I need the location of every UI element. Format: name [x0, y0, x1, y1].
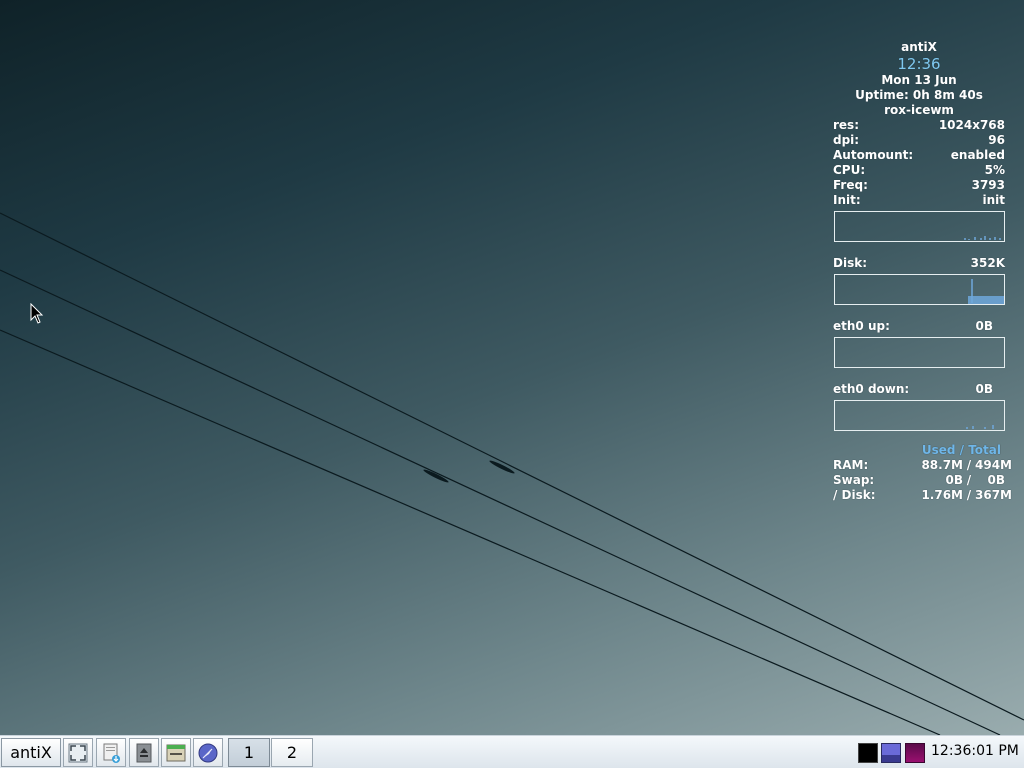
res-label: res:: [833, 118, 859, 132]
memory-monitor-icon[interactable]: [905, 743, 925, 763]
swap-row: Swap: 0B / 0B: [833, 473, 1005, 488]
dpi-label: dpi:: [833, 133, 860, 147]
taskbar: antiX 1 2 12:36:01 PM: [0, 735, 1024, 768]
eth0-down-label: eth0 down:: [833, 382, 910, 396]
taskbar-clock[interactable]: 12:36:01 PM: [931, 743, 1019, 759]
ram-row: RAM: 88.7M / 494M: [833, 458, 1012, 473]
disk-value: 352K: [970, 256, 1005, 270]
workspace-1-button[interactable]: 1: [228, 738, 270, 767]
conky-system-monitor: antiX 12:36 Mon 13 Jun Uptime: 0h 8m 40s…: [833, 40, 1012, 503]
init-row: Init: init: [833, 193, 1005, 208]
disk-graph: [834, 274, 1005, 305]
window-list-button[interactable]: [161, 738, 191, 767]
freq-row: Freq: 3793: [833, 178, 1005, 193]
cpu-value: 5%: [984, 163, 1005, 177]
file-manager-icon: [103, 743, 120, 763]
automount-label: Automount:: [833, 148, 914, 162]
eth0-up-graph: [834, 337, 1005, 368]
res-row: res: 1024x768: [833, 118, 1005, 133]
dpi-row: dpi: 96: [833, 133, 1005, 148]
ram-label: RAM:: [833, 458, 869, 472]
network-monitor-icon[interactable]: [881, 743, 901, 763]
conky-date: Mon 13 Jun: [881, 73, 957, 87]
eth0-down-value: 0B: [975, 382, 994, 396]
mouse-pointer-icon: [30, 303, 44, 324]
res-value: 1024x768: [938, 118, 1005, 132]
root-disk-label: / Disk:: [833, 488, 876, 502]
conky-time: 12:36: [897, 55, 941, 73]
freq-label: Freq:: [833, 178, 868, 192]
automount-value: enabled: [950, 148, 1005, 162]
session-name: rox-icewm: [884, 103, 954, 117]
web-browser-button[interactable]: [193, 738, 223, 767]
root-disk-row: / Disk: 1.76M / 367M: [833, 488, 1012, 503]
uptime: Uptime: 0h 8m 40s: [855, 88, 983, 102]
hostname: antiX: [901, 40, 937, 54]
eth0-up-value: 0B: [975, 319, 994, 333]
mem-header: Used / Total: [921, 443, 1001, 457]
swap-sep: /: [966, 473, 972, 487]
eth0-down-graph: [834, 400, 1005, 431]
swap-total: 0B: [987, 473, 1006, 487]
fullscreen-button[interactable]: [63, 738, 93, 767]
root-disk-sep: /: [966, 488, 972, 502]
eth0-up-label: eth0 up:: [833, 319, 890, 333]
disk-row: Disk: 352K: [833, 256, 1005, 271]
automount-row: Automount: enabled: [833, 148, 1005, 163]
swap-label: Swap:: [833, 473, 875, 487]
ram-total: 494M: [975, 458, 1012, 472]
root-disk-used: 1.76M: [921, 488, 963, 502]
cpu-graph: [834, 211, 1005, 242]
ram-used: 88.7M: [921, 458, 963, 472]
web-browser-icon: [198, 743, 218, 762]
file-manager-button[interactable]: [96, 738, 126, 767]
cpu-label: CPU:: [833, 163, 866, 177]
fullscreen-icon: [68, 743, 88, 762]
window-list-icon: [166, 744, 186, 761]
init-label: Init:: [833, 193, 861, 207]
eject-icon: [136, 743, 152, 762]
eth0-down-row: eth0 down: 0B: [833, 382, 1005, 397]
ram-sep: /: [966, 458, 972, 472]
eject-button[interactable]: [129, 738, 159, 767]
cpu-row: CPU: 5%: [833, 163, 1005, 178]
start-menu-button[interactable]: antiX: [1, 738, 61, 767]
disk-label: Disk:: [833, 256, 867, 270]
workspace-2-button[interactable]: 2: [271, 738, 313, 767]
eth0-up-row: eth0 up: 0B: [833, 319, 1005, 334]
cpu-monitor-icon[interactable]: [858, 743, 878, 763]
dpi-value: 96: [988, 133, 1005, 147]
swap-used: 0B: [945, 473, 964, 487]
init-value: init: [982, 193, 1005, 207]
root-disk-total: 367M: [975, 488, 1012, 502]
freq-value: 3793: [971, 178, 1005, 192]
